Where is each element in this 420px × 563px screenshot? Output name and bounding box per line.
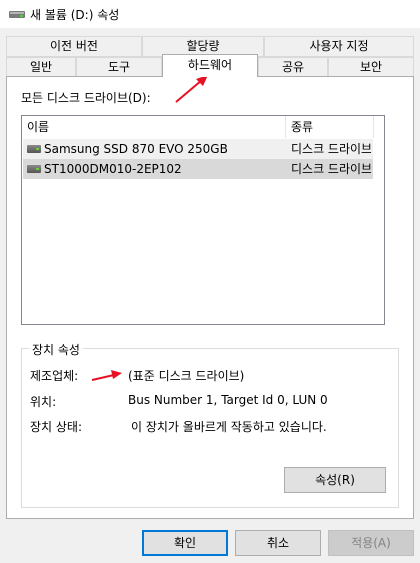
manufacturer-value: (표준 디스크 드라이브) (128, 369, 245, 383)
window-title: 새 볼륨 (D:) 속성 (30, 8, 120, 22)
column-header-type[interactable]: 종류 (286, 116, 373, 138)
properties-button[interactable]: 속성(R) (284, 467, 386, 493)
status-label: 장치 상태: (30, 420, 83, 434)
drive-type: 디스크 드라이브 (291, 142, 371, 156)
column-divider[interactable] (373, 116, 374, 138)
location-value: Bus Number 1, Target Id 0, LUN 0 (128, 393, 328, 407)
list-item[interactable]: Samsung SSD 870 EVO 250GB 디스크 드라이브 (23, 139, 373, 159)
drive-type: 디스크 드라이브 (291, 162, 371, 176)
tab-general[interactable]: 일반 (6, 57, 76, 78)
cancel-button[interactable]: 취소 (235, 530, 321, 556)
location-label: 위치: (30, 395, 57, 409)
list-item-name: Samsung SSD 870 EVO 250GB (27, 139, 228, 159)
ok-button[interactable]: 확인 (142, 530, 228, 556)
drive-icon (9, 11, 25, 18)
device-properties-title: 장치 속성 (29, 341, 83, 358)
hard-drive-icon (27, 145, 41, 153)
drive-name: ST1000DM010-2EP102 (44, 162, 182, 176)
annotation-arrow-icon (91, 370, 122, 381)
tab-previous-versions[interactable]: 이전 버전 (6, 36, 142, 57)
apply-button[interactable]: 적용(A) (328, 530, 414, 556)
drive-name: Samsung SSD 870 EVO 250GB (44, 142, 228, 156)
disk-drive-list[interactable]: 이름 종류 Samsung SSD 870 EVO 250GB 디스크 드라이브… (21, 115, 385, 325)
annotation-arrow-icon (175, 75, 208, 103)
tab-security[interactable]: 보안 (328, 57, 414, 78)
all-drives-label: 모든 디스크 드라이브(D): (21, 91, 151, 105)
list-item-name: ST1000DM010-2EP102 (27, 159, 182, 179)
title-bar: 새 볼륨 (D:) 속성 (0, 0, 420, 28)
status-value: 이 장치가 올바르게 작동하고 있습니다. (131, 420, 327, 434)
tab-hardware[interactable]: 하드웨어 (162, 54, 258, 77)
tab-sharing[interactable]: 공유 (258, 57, 328, 78)
manufacturer-label: 제조업체: (30, 369, 79, 383)
tab-tools[interactable]: 도구 (76, 57, 162, 78)
column-header-name[interactable]: 이름 (22, 116, 285, 138)
list-item[interactable]: ST1000DM010-2EP102 디스크 드라이브 (23, 159, 373, 179)
tab-customize[interactable]: 사용자 지정 (264, 36, 414, 57)
hard-drive-icon (27, 165, 41, 173)
